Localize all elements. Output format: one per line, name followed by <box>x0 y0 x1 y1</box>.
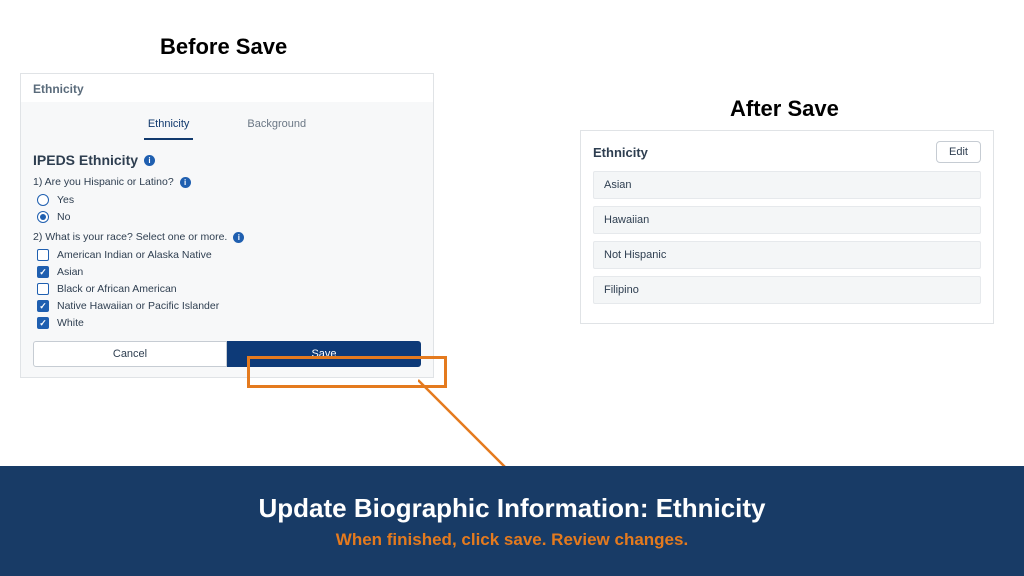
check-black-label: Black or African American <box>57 283 177 295</box>
save-button[interactable]: Save <box>227 341 421 367</box>
check-asian[interactable]: Asian <box>37 266 421 278</box>
check-asian-label: Asian <box>57 266 83 278</box>
radio-icon <box>37 194 49 206</box>
radio-no-label: No <box>57 211 70 223</box>
question-2: 2) What is your race? Select one or more… <box>33 231 421 243</box>
ethnicity-value: Hawaiian <box>593 206 981 234</box>
check-white-label: White <box>57 317 84 329</box>
tab-background[interactable]: Background <box>243 112 310 140</box>
check-nhpi[interactable]: Native Hawaiian or Pacific Islander <box>37 300 421 312</box>
radio-icon <box>37 211 49 223</box>
info-icon[interactable]: i <box>144 155 155 166</box>
checkbox-icon <box>37 317 49 329</box>
callout-line <box>418 350 618 480</box>
checkbox-icon <box>37 249 49 261</box>
ethnicity-value: Not Hispanic <box>593 241 981 269</box>
button-row: Cancel Save <box>33 341 421 367</box>
info-icon[interactable]: i <box>233 232 244 243</box>
ethnicity-value: Asian <box>593 171 981 199</box>
tabs: Ethnicity Background <box>33 102 421 140</box>
tab-ethnicity[interactable]: Ethnicity <box>144 112 194 140</box>
panel-title: Ethnicity <box>593 145 648 160</box>
panel-title: Ethnicity <box>21 74 433 102</box>
cancel-button[interactable]: Cancel <box>33 341 227 367</box>
radio-yes[interactable]: Yes <box>37 194 421 206</box>
ethnicity-view-panel: Ethnicity Edit Asian Hawaiian Not Hispan… <box>580 130 994 324</box>
ethnicity-edit-panel: Ethnicity Ethnicity Background IPEDS Eth… <box>20 73 434 378</box>
heading-after: After Save <box>730 96 839 122</box>
question-1: 1) Are you Hispanic or Latino? i <box>33 176 421 188</box>
ethnicity-value: Filipino <box>593 276 981 304</box>
check-nhpi-label: Native Hawaiian or Pacific Islander <box>57 300 219 312</box>
edit-button[interactable]: Edit <box>936 141 981 163</box>
banner-subtitle: When finished, click save. Review change… <box>336 530 688 550</box>
footer-banner: Update Biographic Information: Ethnicity… <box>0 466 1024 576</box>
heading-before: Before Save <box>160 34 287 60</box>
section-title: IPEDS Ethnicity i <box>33 152 421 168</box>
question-2-text: 2) What is your race? Select one or more… <box>33 231 227 243</box>
banner-title: Update Biographic Information: Ethnicity <box>258 493 765 524</box>
section-title-text: IPEDS Ethnicity <box>33 152 138 168</box>
info-icon[interactable]: i <box>180 177 191 188</box>
check-amind[interactable]: American Indian or Alaska Native <box>37 249 421 261</box>
checkbox-icon <box>37 266 49 278</box>
checkbox-icon <box>37 283 49 295</box>
radio-no[interactable]: No <box>37 211 421 223</box>
radio-yes-label: Yes <box>57 194 74 206</box>
checkbox-icon <box>37 300 49 312</box>
check-amind-label: American Indian or Alaska Native <box>57 249 212 261</box>
question-1-text: 1) Are you Hispanic or Latino? <box>33 176 174 188</box>
check-black[interactable]: Black or African American <box>37 283 421 295</box>
check-white[interactable]: White <box>37 317 421 329</box>
